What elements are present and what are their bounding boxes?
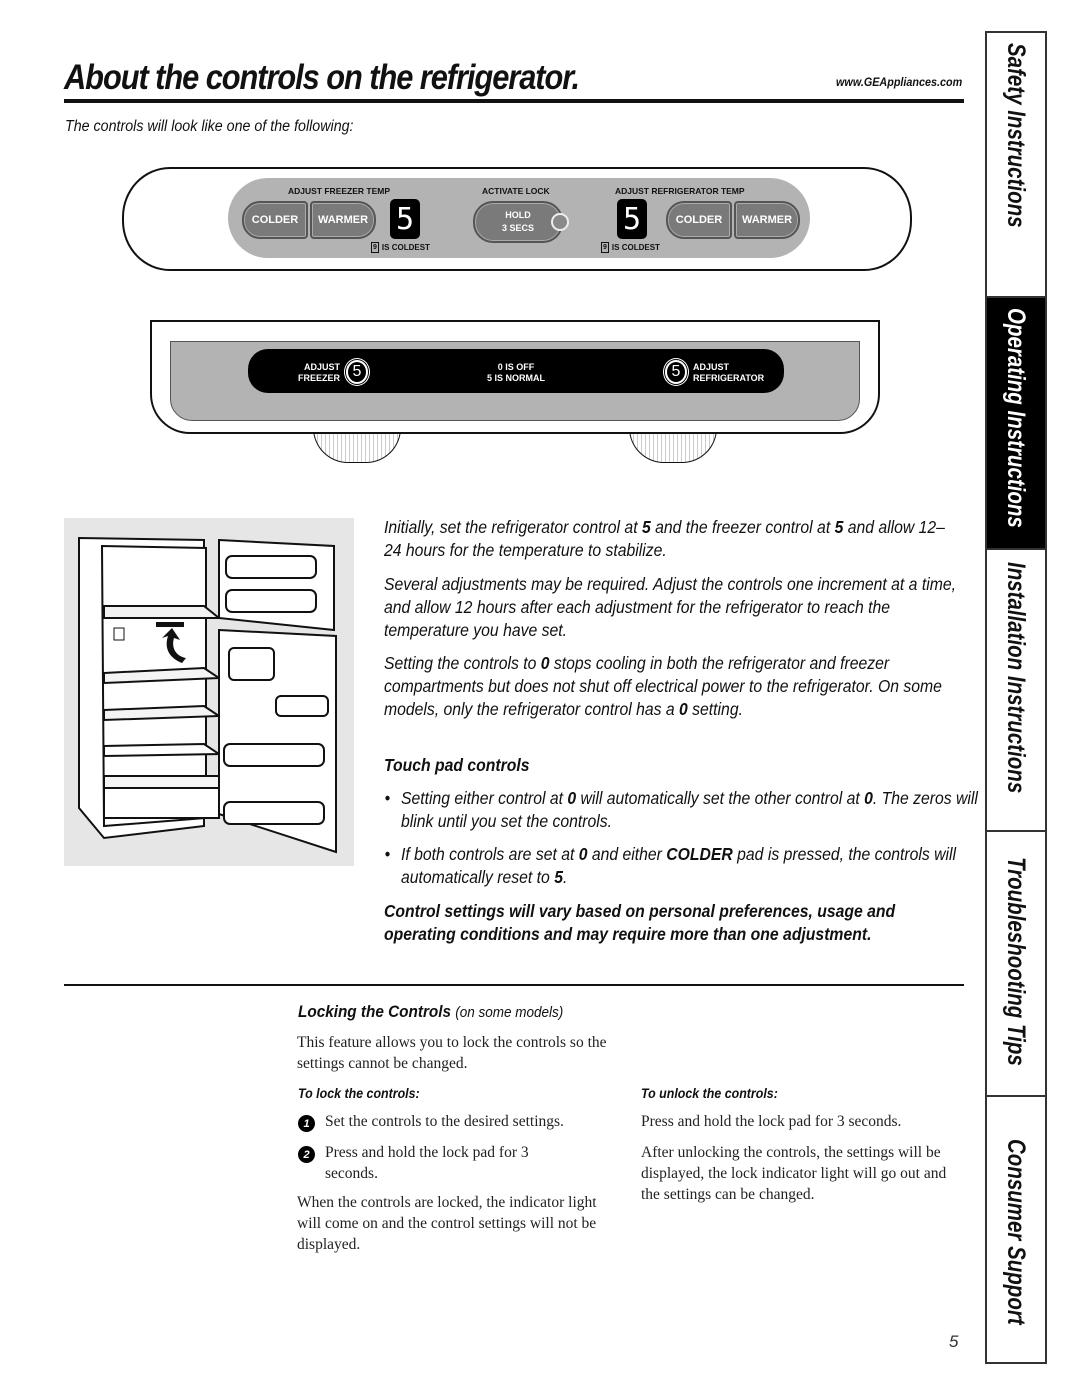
locked-note: When the controls are locked, the indica… bbox=[297, 1194, 597, 1253]
bullet-icon: • bbox=[384, 844, 391, 864]
dial-refrigerator-line1: ADJUST bbox=[693, 362, 730, 372]
locking-intro: This feature allows you to lock the cont… bbox=[297, 1034, 607, 1072]
setting-value: 0 bbox=[567, 788, 577, 808]
unlock-note: After unlocking the controls, the settin… bbox=[641, 1144, 947, 1203]
coldest-number: 9 bbox=[371, 242, 379, 253]
text: Setting either control at bbox=[401, 788, 568, 808]
refrigerator-illustration bbox=[64, 518, 354, 866]
unlock-step: Press and hold the lock pad for 3 second… bbox=[641, 1113, 902, 1130]
refrigerator-colder-pad[interactable]: COLDER bbox=[666, 201, 732, 239]
setting-value: 5 bbox=[554, 867, 563, 887]
locking-heading: Locking the Controls (on some models) bbox=[298, 1002, 563, 1022]
refrigerator-coldest-note: 9 IS COLDEST bbox=[601, 242, 660, 253]
lock-indicator-light-icon bbox=[551, 213, 569, 231]
header-rule bbox=[64, 99, 964, 103]
setting-value: 5 bbox=[641, 517, 651, 537]
touch-pad-heading: Touch pad controls bbox=[384, 755, 530, 775]
freezer-dial-value[interactable]: 5 bbox=[346, 360, 368, 384]
tab-label: Installation Instructions bbox=[1002, 562, 1030, 794]
control-settings-note: Control settings will vary based on pers… bbox=[384, 901, 896, 944]
freezer-warmer-pad[interactable]: WARMER bbox=[310, 201, 376, 239]
refrigerator-dial-value[interactable]: 5 bbox=[665, 360, 687, 384]
text: and either bbox=[587, 844, 667, 864]
tab-safety-instructions[interactable]: Safety Instructions bbox=[987, 33, 1045, 298]
coldest-number: 9 bbox=[601, 242, 609, 253]
text: If both controls are set at bbox=[401, 844, 579, 864]
tab-label: Troubleshooting Tips bbox=[1002, 857, 1030, 1066]
pad-name: COLDER bbox=[666, 844, 733, 864]
tab-consumer-support[interactable]: Consumer Support bbox=[987, 1097, 1045, 1362]
coldest-text: IS COLDEST bbox=[611, 243, 660, 252]
paragraph-adjustments: Several adjustments may be required. Adj… bbox=[384, 574, 956, 640]
refrigerator-display: 5 bbox=[617, 199, 647, 239]
locking-title: Locking the Controls bbox=[298, 1002, 451, 1021]
page-title: About the controls on the refrigerator. bbox=[64, 58, 580, 97]
dial-freezer-line1: ADJUST bbox=[303, 362, 340, 372]
coldest-text: IS COLDEST bbox=[381, 243, 430, 252]
section-divider bbox=[64, 984, 964, 986]
refrigerator-warmer-pad[interactable]: WARMER bbox=[734, 201, 800, 239]
lock-instructions-heading: To lock the controls: bbox=[298, 1086, 420, 1101]
text: . bbox=[562, 867, 568, 887]
text: setting. bbox=[687, 699, 743, 719]
controls-intro: The controls will look like one of the f… bbox=[65, 118, 354, 135]
lock-pad[interactable]: HOLD 3 SECS bbox=[473, 201, 563, 243]
freezer-display: 5 bbox=[390, 199, 420, 239]
page-number: 5 bbox=[949, 1332, 959, 1351]
text: Initially, set the refrigerator control … bbox=[384, 517, 642, 537]
dial-freezer-line2: FREEZER bbox=[298, 373, 341, 383]
section-tabs: Safety Instructions Operating Instructio… bbox=[985, 31, 1047, 1364]
tab-troubleshooting-tips[interactable]: Troubleshooting Tips bbox=[987, 832, 1045, 1097]
setting-value: 0 bbox=[679, 699, 688, 719]
dial-normal-legend: 5 IS NORMAL bbox=[486, 373, 545, 383]
dial-refrigerator-label: ADJUST REFRIGERATOR bbox=[693, 362, 764, 384]
dial-off-legend: 0 IS OFF bbox=[497, 362, 535, 372]
dial-center-legend: 0 IS OFF 5 IS NORMAL bbox=[466, 362, 566, 384]
dial-freezer-label: ADJUST FREEZER bbox=[298, 362, 340, 384]
lock-pad-line2: 3 SECS bbox=[501, 223, 534, 233]
bullet-colder-reset: • If both controls are set at 0 and eith… bbox=[385, 843, 986, 889]
text: Setting the controls to bbox=[384, 653, 541, 673]
refrigerator-temp-label: ADJUST REFRIGERATOR TEMP bbox=[615, 186, 745, 196]
unlock-instructions-heading: To unlock the controls: bbox=[641, 1086, 778, 1101]
lock-step-2: Press and hold the lock pad for 3 second… bbox=[325, 1144, 529, 1182]
tab-label: Consumer Support bbox=[1002, 1139, 1030, 1325]
paragraph-zero-setting: Setting the controls to 0 stops cooling … bbox=[384, 652, 960, 721]
locking-title-note: (on some models) bbox=[455, 1004, 564, 1021]
text: will automatically set the other control… bbox=[576, 788, 865, 808]
tab-label: Operating Instructions bbox=[1002, 308, 1030, 528]
text: and the freezer control at bbox=[650, 517, 835, 537]
bullet-icon: • bbox=[384, 788, 391, 808]
activate-lock-label: ACTIVATE LOCK bbox=[482, 186, 550, 196]
setting-value: 0 bbox=[540, 653, 550, 673]
freezer-temp-label: ADJUST FREEZER TEMP bbox=[288, 186, 391, 196]
step-2-icon: 2 bbox=[298, 1146, 315, 1163]
tab-operating-instructions[interactable]: Operating Instructions bbox=[987, 298, 1045, 550]
setting-value: 0 bbox=[578, 844, 588, 864]
tab-label: Safety Instructions bbox=[1002, 43, 1030, 228]
lock-pad-line1: HOLD bbox=[505, 210, 531, 220]
bullet-zero-sync: • Setting either control at 0 will autom… bbox=[385, 787, 986, 833]
setting-value: 0 bbox=[864, 788, 873, 808]
website-url[interactable]: www.GEAppliances.com bbox=[836, 75, 962, 89]
lock-step-1: Set the controls to the desired settings… bbox=[325, 1113, 564, 1130]
freezer-colder-pad[interactable]: COLDER bbox=[242, 201, 308, 239]
paragraph-initial-setting: Initially, set the refrigerator control … bbox=[384, 516, 960, 562]
open-refrigerator-icon bbox=[78, 536, 337, 854]
dial-refrigerator-line2: REFRIGERATOR bbox=[693, 373, 765, 383]
tab-installation-instructions[interactable]: Installation Instructions bbox=[987, 550, 1045, 832]
freezer-coldest-note: 9 IS COLDEST bbox=[371, 242, 430, 253]
step-1-icon: 1 bbox=[298, 1115, 315, 1132]
